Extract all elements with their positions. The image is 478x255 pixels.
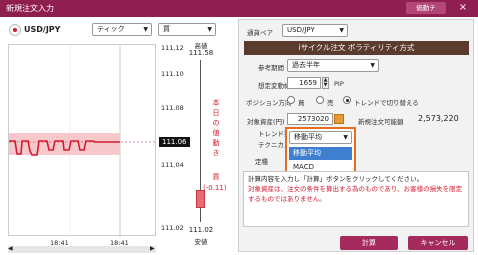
chevron-down-icon: ▼ [343,134,348,141]
window-title: 新規注文入力 [6,4,54,13]
trend-select[interactable]: 移動平均 ▼ [289,131,352,144]
notes-box: 計算内容を入力し「計算」ボタンをクリックしてください。 対象資産は、注文の条件を… [243,171,469,227]
price-tick: 111.12 [161,44,184,52]
direction-option-buy: 買 [298,99,305,107]
pair-select[interactable]: USD/JPY ▼ [282,24,348,37]
range-stepper[interactable]: ▲ ▼ [322,77,329,89]
chevron-down-icon: ▼ [339,27,344,34]
move-button[interactable]: 価動チ [406,2,446,14]
low-label: 安値 [194,238,208,246]
capital-input[interactable]: 2573020 [287,113,333,125]
us-flag-icon [9,24,21,36]
window-titlebar: 新規注文入力 価動チ × [0,0,478,17]
direction-radio-sell[interactable] [316,96,324,104]
high-value: 111.58 [188,49,214,57]
capital-max-label: 新規注文可能額 [358,118,404,126]
day-change-value: (-0.11) [203,184,227,192]
day-change-label: 本日の値動き [212,99,220,157]
direction-radio-trend[interactable] [343,96,351,104]
order-type-banner: iサイクル注文 ボラティリティ方式 [244,41,469,55]
tick-chart-svg [9,45,159,237]
period-label: 参考期間 [258,64,284,72]
calculator-icon[interactable] [334,114,344,124]
scroll-right-icon[interactable]: ▶ [150,245,155,252]
pair-field-label: 通貨ペア [247,29,273,37]
interval-select[interactable]: ティック ▼ [92,23,152,36]
day-range-body [196,190,205,208]
day-change-suffix: 買 [212,173,220,181]
calc-button[interactable]: 計算 [340,236,398,250]
price-tick: 111.02 [161,224,184,232]
direction-label: ポジション方向 [246,99,292,107]
pair-label: USD/JPY [24,25,61,34]
note-line-1: 計算内容を入力し「計算」ボタンをクリックしてください。 [248,175,424,183]
price-tick: 111.04 [161,161,184,169]
low-value: 111.02 [188,226,214,234]
chevron-down-icon: ▼ [370,62,375,69]
direction-option-trend: トレンドで切り替える [354,99,419,107]
side-select[interactable]: 買 ▼ [158,23,216,36]
capital-max-value: 2,573,220 [418,114,459,123]
price-band [9,133,120,155]
range-unit: PIP [334,80,344,88]
direction-radio-buy[interactable] [287,96,295,104]
current-price: 111.06 [159,137,190,147]
range-label: 想定変動幅 [258,82,291,90]
teisu-label: 定種 [255,158,268,166]
price-tick: 111.10 [161,70,184,78]
note-line-2: 対象資産は、注文の条件を算出する為のものであり、お客様の損失を限定するものではあ… [248,185,463,203]
chevron-down-icon: ▼ [143,26,148,33]
chart-scrollbar[interactable] [8,246,156,253]
price-tick: 111.08 [161,104,184,112]
scroll-left-icon[interactable]: ◀ [8,245,13,252]
tick-chart [8,44,159,237]
dropdown-option-ma[interactable]: 移動平均 [289,147,352,160]
capital-label: 対象資産(円) [247,118,285,126]
cancel-button[interactable]: キャンセル [408,236,468,250]
chevron-down-icon: ▼ [207,26,212,33]
range-input[interactable]: 1659 [287,77,321,89]
period-select[interactable]: 過去半年 ▼ [287,59,379,72]
direction-option-sell: 売 [327,99,334,107]
close-icon[interactable]: × [456,2,470,14]
